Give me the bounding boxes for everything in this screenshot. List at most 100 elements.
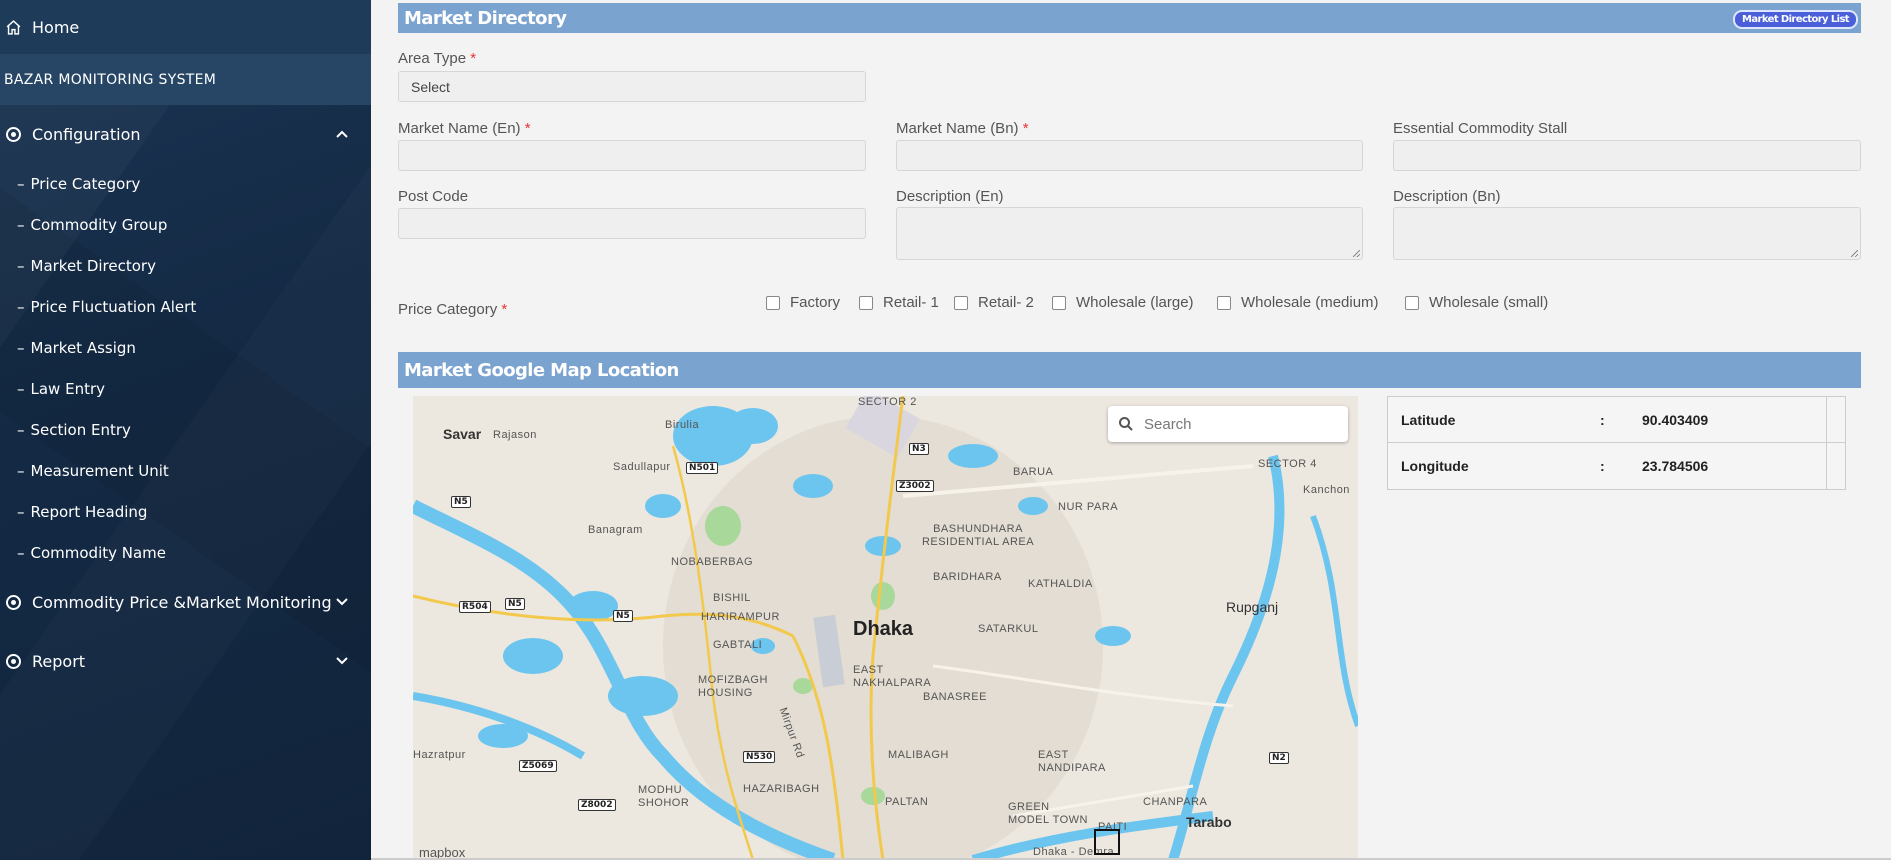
sidebar-item-label: Market Directory <box>30 257 156 275</box>
sidebar-item-price-fluctuation-alert[interactable]: – Price Fluctuation Alert <box>0 290 371 324</box>
map-label-green-model-town: GREEN MODEL TOWN <box>1008 801 1088 826</box>
map-label-harirampur: HARIRAMPUR <box>701 611 780 623</box>
sidebar-item-commodity-group[interactable]: – Commodity Group <box>0 208 371 242</box>
map-label-savar: Savar <box>443 426 482 442</box>
radio-dot-icon <box>6 653 21 669</box>
checkbox-box[interactable] <box>1217 295 1231 310</box>
brand-title: BAZAR MONITORING SYSTEM <box>0 54 371 105</box>
area-type-select[interactable]: Select <box>398 71 866 102</box>
price-category-retail2-checkbox[interactable]: Retail- 2 <box>954 294 1034 311</box>
map-section-title-bar: Market Google Map Location <box>398 352 1861 388</box>
market-name-en-input[interactable] <box>398 140 866 171</box>
map-label-sector2: SECTOR 2 <box>858 396 917 408</box>
essential-stall-input[interactable] <box>1393 140 1861 171</box>
price-category-wholesale-medium-checkbox[interactable]: Wholesale (medium) <box>1217 294 1379 311</box>
search-icon <box>1119 417 1133 431</box>
checkbox-box[interactable] <box>954 295 968 310</box>
checkbox-label: Wholesale (small) <box>1429 294 1549 311</box>
sidebar-item-report-heading[interactable]: – Report Heading <box>0 495 371 529</box>
description-bn-textarea[interactable] <box>1393 207 1861 260</box>
price-category-wholesale-small-checkbox[interactable]: Wholesale (small) <box>1405 294 1548 311</box>
road-shield: N5 <box>505 598 525 610</box>
checkbox-box[interactable] <box>859 295 873 310</box>
sidebar-item-law-entry[interactable]: – Law Entry <box>0 372 371 406</box>
checkbox-label: Factory <box>790 294 841 311</box>
price-category-wholesale-large-checkbox[interactable]: Wholesale (large) <box>1052 294 1194 311</box>
sidebar-section-label: Commodity Price &Market Monitoring <box>32 592 332 612</box>
market-name-bn-label: Market Name (Bn) * <box>896 120 1029 137</box>
map-label-dhaka: Dhaka <box>853 618 914 640</box>
checkbox-box[interactable] <box>766 295 780 310</box>
sidebar-item-section-entry[interactable]: – Section Entry <box>0 413 371 447</box>
sidebar-item-label: Report Heading <box>30 503 148 521</box>
road-shield: N3 <box>909 443 929 455</box>
required-mark: * <box>470 50 477 67</box>
price-category-retail1-checkbox[interactable]: Retail- 1 <box>859 294 939 311</box>
separator: : <box>1600 458 1605 474</box>
post-code-input[interactable] <box>398 208 866 239</box>
sidebar-section-report[interactable]: Report <box>0 641 371 681</box>
map-label-tarabo: Tarabo <box>1186 814 1232 830</box>
map-label-modhu-shohor: MODHU SHOHOR <box>638 784 690 809</box>
sidebar: Home BAZAR MONITORING SYSTEM Configurati… <box>0 0 371 860</box>
chevron-down-icon <box>336 657 348 665</box>
sidebar-item-commodity-name[interactable]: – Commodity Name <box>0 536 371 570</box>
map-marker-box <box>1094 829 1120 855</box>
road-shield: Z5069 <box>519 760 557 772</box>
sidebar-item-label: Commodity Group <box>30 216 168 234</box>
chevron-down-icon <box>336 598 348 606</box>
price-category-label: Price Category * <box>398 301 507 318</box>
search-placeholder: Search <box>1144 415 1192 433</box>
map-section-title: Market Google Map Location <box>404 359 679 381</box>
map-label-birulia: Birulia <box>665 419 700 431</box>
sidebar-section-configuration[interactable]: Configuration <box>0 114 371 154</box>
sidebar-item-label: Measurement Unit <box>30 462 169 480</box>
radio-dot-icon <box>6 126 21 142</box>
longitude-value: 23.784506 <box>1642 458 1709 474</box>
market-directory-list-button[interactable]: Market Directory List <box>1733 10 1858 29</box>
map-canvas[interactable]: Search Dhaka Savar Rajason Birulia Sadul… <box>413 396 1358 860</box>
sidebar-item-measurement-unit[interactable]: – Measurement Unit <box>0 454 371 488</box>
checkbox-box[interactable] <box>1052 295 1066 310</box>
latitude-row: Latitude : 90.403409 <box>1388 397 1845 443</box>
sidebar-item-home[interactable]: Home <box>0 0 371 54</box>
sidebar-item-price-category[interactable]: – Price Category <box>0 167 371 201</box>
map-label-bashundhara: BASHUNDHARA RESIDENTIAL AREA <box>921 523 1035 548</box>
map-label-paltan: PALTAN <box>885 796 929 808</box>
sidebar-item-market-assign[interactable]: – Market Assign <box>0 331 371 365</box>
description-bn-label: Description (Bn) <box>1393 188 1501 205</box>
map-label-chanpara: CHANPARA <box>1143 796 1208 808</box>
checkbox-label: Retail- 1 <box>883 294 939 311</box>
map-label-malibagh: MALIBAGH <box>888 749 949 761</box>
price-category-factory-checkbox[interactable]: Factory <box>766 294 840 311</box>
map-label-barua: BARUA <box>1013 466 1054 478</box>
map-label-bishil: BISHIL <box>713 592 751 604</box>
sidebar-section-label: Report <box>32 651 86 671</box>
sidebar-item-market-directory[interactable]: – Market Directory <box>0 249 371 283</box>
chevron-up-icon <box>336 130 348 138</box>
checkbox-label: Retail- 2 <box>978 294 1034 311</box>
map-label-hazratpur: Hazratpur <box>413 749 466 761</box>
road-shield: Z3002 <box>896 480 934 492</box>
form-title: Market Directory <box>404 7 567 29</box>
sidebar-item-label: Section Entry <box>30 421 131 439</box>
required-mark: * <box>1022 120 1029 137</box>
map-search-input[interactable]: Search <box>1108 406 1348 442</box>
road-shield: R504 <box>459 601 491 613</box>
sidebar-item-label: Price Fluctuation Alert <box>30 298 197 316</box>
market-name-en-label: Market Name (En) * <box>398 120 531 137</box>
checkbox-box[interactable] <box>1405 295 1419 310</box>
required-mark: * <box>524 120 531 137</box>
longitude-label: Longitude <box>1401 458 1469 474</box>
map-label-kathaldia: KATHALDIA <box>1028 578 1093 590</box>
sidebar-section-commodity-price[interactable]: Commodity Price &Market Monitoring <box>0 582 371 622</box>
map-label-baridhara: BARIDHARA <box>933 571 1002 583</box>
map-label-rajason: Rajason <box>493 429 537 441</box>
map-label-rupganj: Rupganj <box>1226 599 1279 615</box>
map-label-hazaribagh: HAZARIBAGH <box>743 783 820 795</box>
description-en-textarea[interactable] <box>896 207 1363 260</box>
market-name-bn-input[interactable] <box>896 140 1363 171</box>
longitude-row: Longitude : 23.784506 <box>1388 443 1845 489</box>
road-shield: N2 <box>1269 752 1289 764</box>
home-icon <box>6 19 21 35</box>
